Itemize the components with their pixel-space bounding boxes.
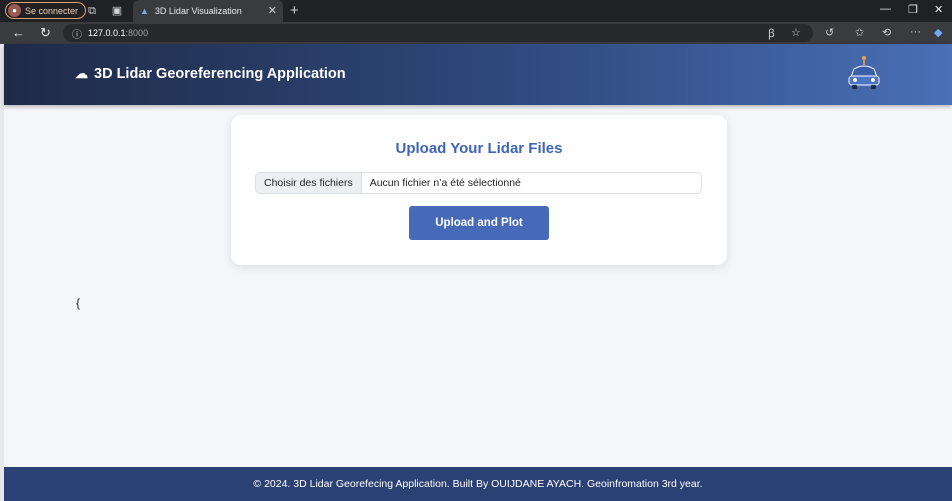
robot-car-icon [848,56,880,89]
tab-close-icon[interactable]: ✕ [268,4,277,17]
upload-title: Upload Your Lidar Files [395,140,563,157]
new-tab-icon[interactable]: + [290,2,299,19]
upload-card: Upload Your Lidar Files Choisir des fich… [231,115,727,265]
history-icon[interactable]: ⟲ [882,26,891,39]
page-header: ☁ 3D Lidar Georeferencing Application [4,44,952,105]
upload-and-plot-button[interactable]: Upload and Plot [409,206,549,240]
url-port: :8000 [125,28,149,38]
more-menu-icon[interactable]: ··· [910,26,921,38]
tab-favicon-icon: ▲ [140,6,149,16]
read-aloud-icon[interactable]: ꞵ [768,26,775,41]
workspaces-icon[interactable]: ⧉ [84,3,100,19]
minimize-icon[interactable]: — [880,3,891,15]
file-input[interactable]: Choisir des fichiers Aucun fichier n’a é… [255,172,702,194]
browser-tab-bar: ● Se connecter ⧉ ▣ ▲ 3D Lidar Visualizat… [0,0,952,22]
extension-icon[interactable]: ↺ [825,26,834,39]
restore-icon[interactable]: ❐ [908,3,918,16]
profile-button[interactable]: ● Se connecter [5,2,87,19]
browser-address-bar: ← ↻ ⓘ 127.0.0.1:8000 ꞵ ☆ ↺ ✩ ⟲ ··· ◆ [0,22,952,44]
tab-actions-icon[interactable]: ▣ [109,3,125,19]
url-host: 127.0.0.1 [88,28,126,38]
refresh-icon[interactable]: ↻ [40,25,51,41]
header-title-text: 3D Lidar Georeferencing Application [94,66,346,82]
copilot-icon[interactable]: ◆ [934,26,942,39]
back-icon[interactable]: ← [12,25,25,40]
url-field[interactable]: ⓘ 127.0.0.1:8000 [63,24,813,42]
favorite-star-icon[interactable]: ☆ [791,26,801,39]
choose-files-button[interactable]: Choisir des fichiers [256,173,362,193]
avatar: ● [8,4,21,17]
page-left-edge [0,44,4,501]
output-text: { [76,296,81,310]
page-footer: © 2024. 3D Lidar Georefecing Application… [4,467,952,501]
site-info-icon[interactable]: ⓘ [72,26,82,41]
profile-label: Se connecter [25,5,79,16]
window-close-icon[interactable]: ✕ [934,3,943,16]
tab-active[interactable]: ▲ 3D Lidar Visualization ✕ [133,0,283,22]
page-title: ☁ 3D Lidar Georeferencing Application [75,66,346,82]
cloud-icon: ☁ [75,66,88,81]
tab-title: 3D Lidar Visualization [154,6,242,16]
favorites-icon[interactable]: ✩ [855,26,864,39]
footer-text: © 2024. 3D Lidar Georefecing Application… [253,478,703,490]
file-status: Aucun fichier n’a été sélectionné [369,177,521,189]
